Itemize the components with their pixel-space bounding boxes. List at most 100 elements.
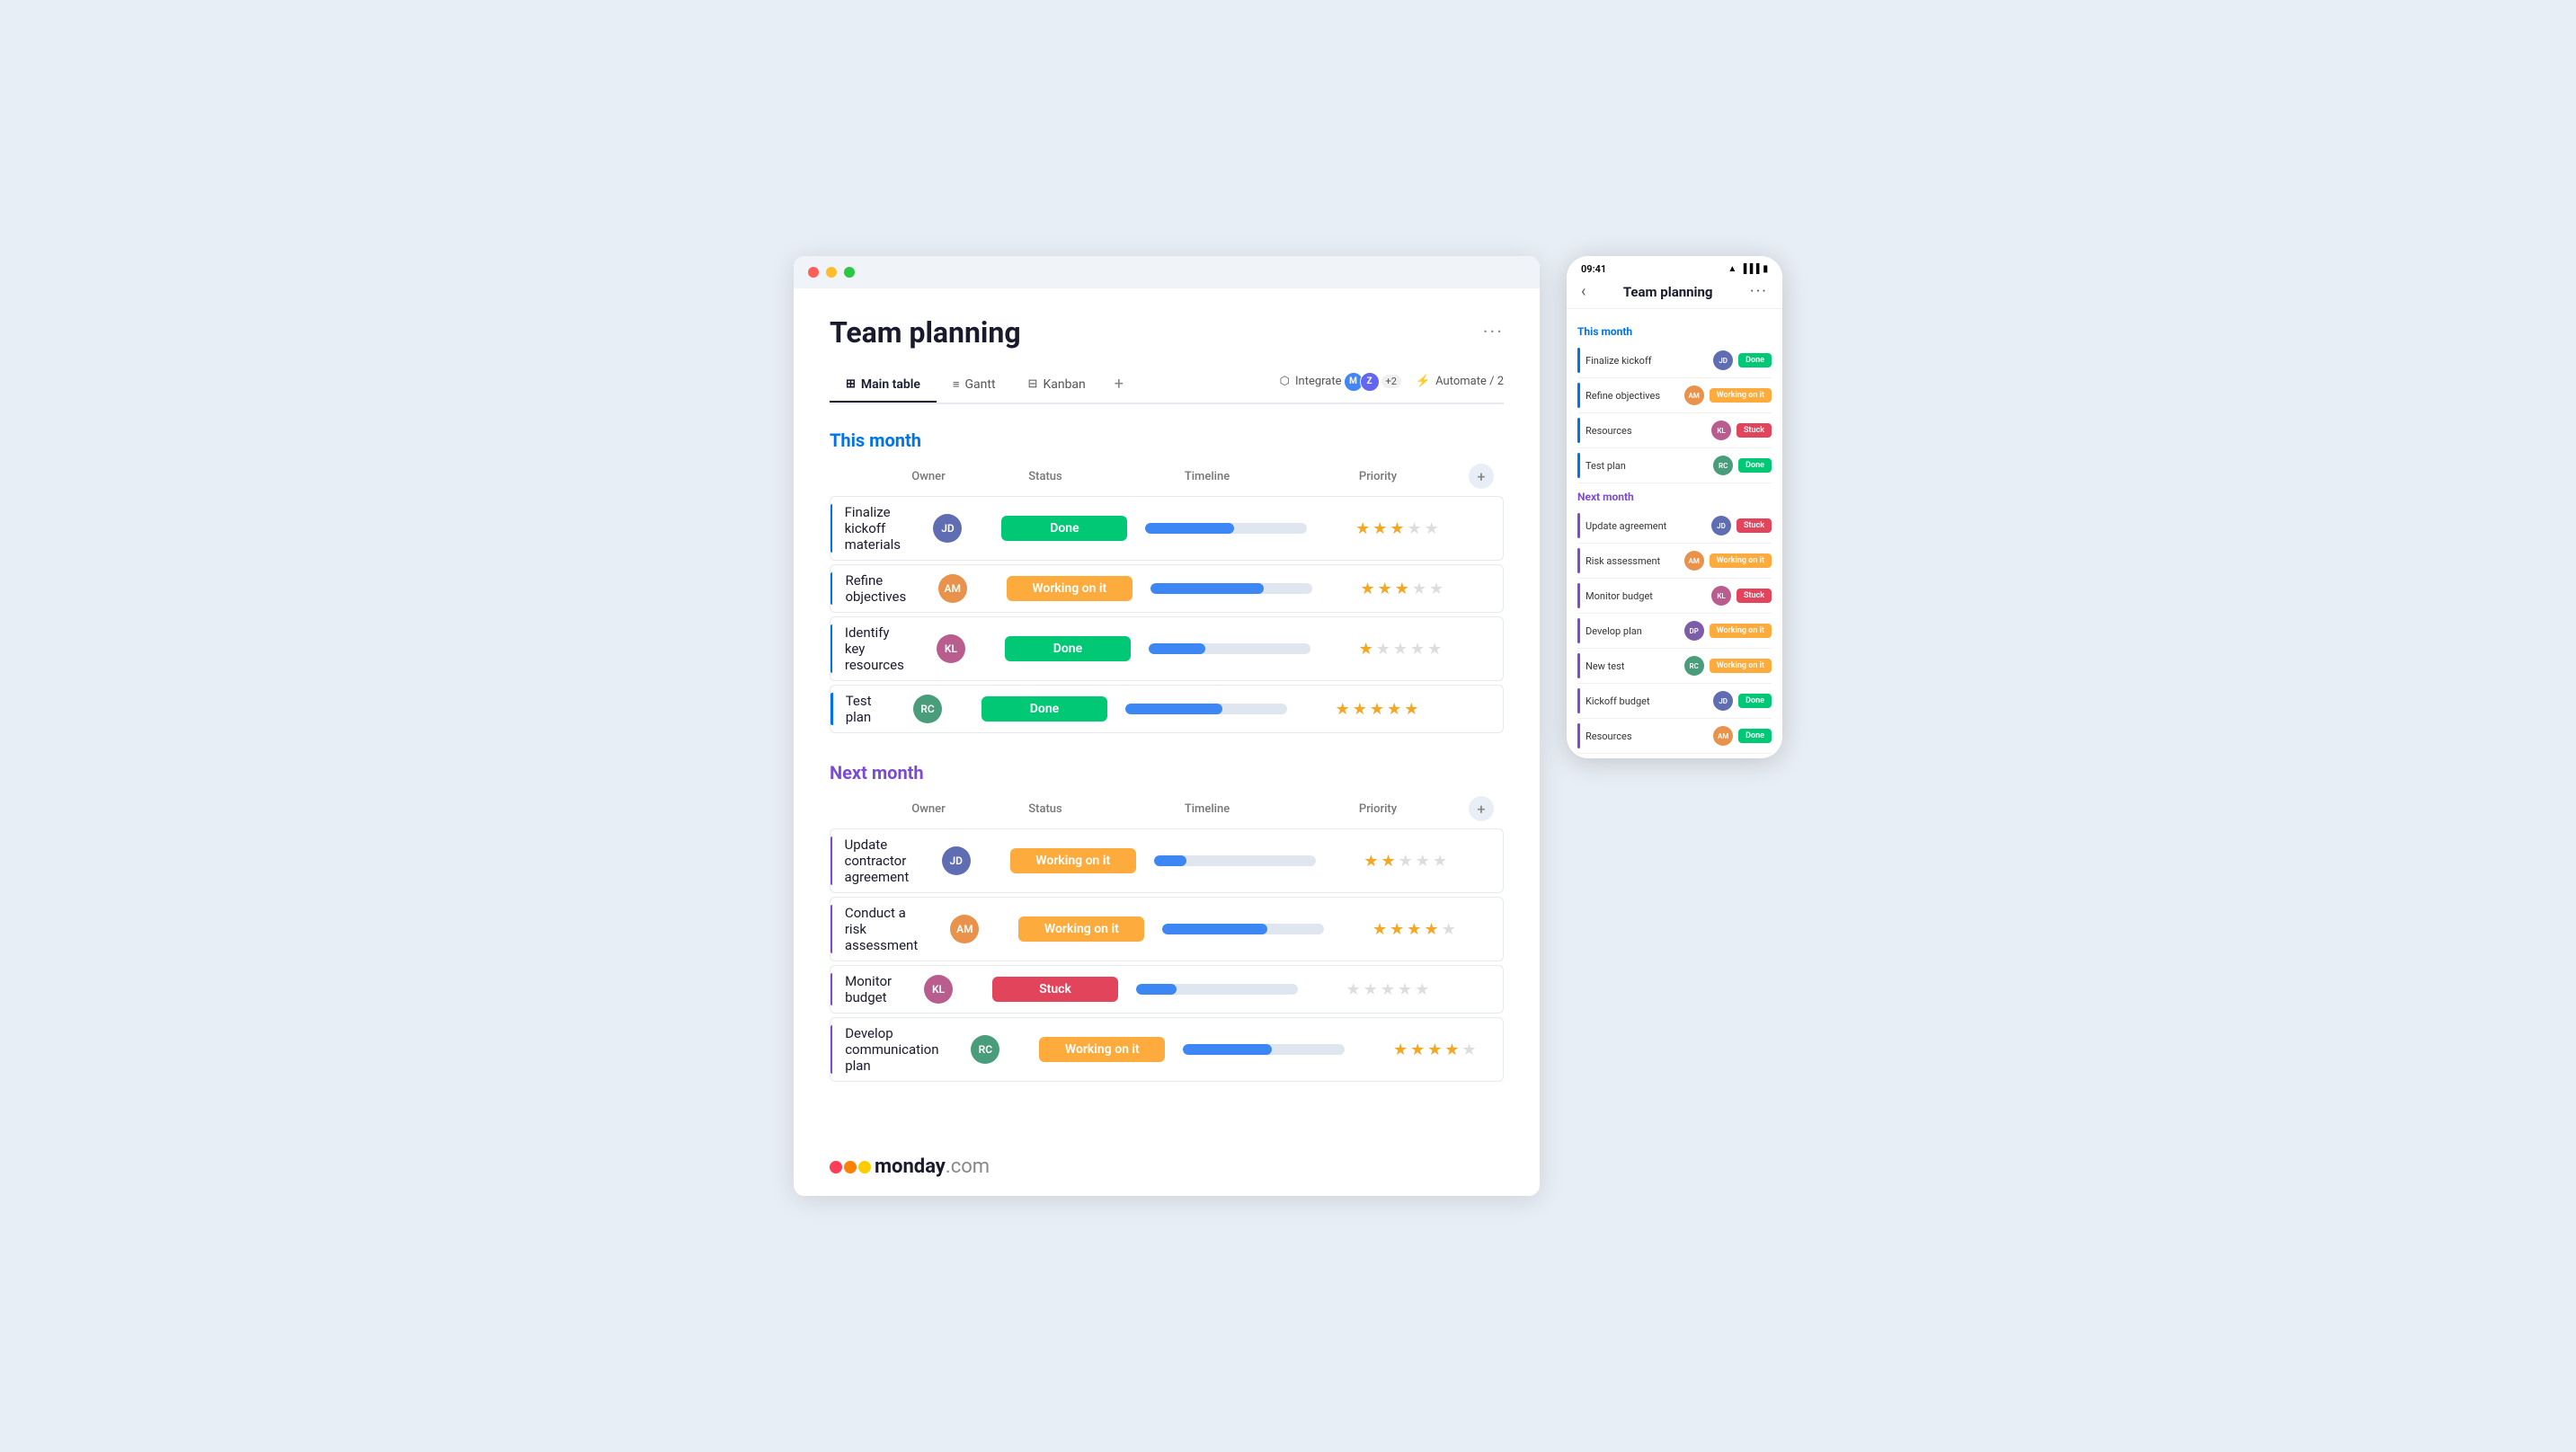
traffic-light-green[interactable]: [844, 267, 855, 278]
mobile-status-badge[interactable]: Done: [1738, 729, 1772, 743]
tab-main-table[interactable]: ⊞ Main table: [830, 370, 937, 401]
add-column-button[interactable]: +: [1459, 796, 1504, 821]
star-1: ★: [1355, 519, 1370, 538]
table-row: Test plan RC Done: [830, 685, 1504, 733]
next-month-header-row: Owner Status Timeline Priority +: [830, 792, 1504, 828]
mobile-row-name: Risk assessment: [1586, 555, 1679, 567]
table-row: Identify key resources KL Done: [830, 616, 1504, 681]
row-color-bar: [831, 1025, 832, 1074]
mobile-list-item: Monitor budget KL Stuck: [1577, 579, 1772, 614]
status-badge[interactable]: Done: [1005, 636, 1131, 661]
automate-icon: ⚡: [1416, 375, 1430, 388]
status-badge[interactable]: Stuck: [992, 977, 1118, 1002]
group-next-month-header: Next month: [830, 762, 1504, 784]
priority-cell[interactable]: ★ ★ ★ ★ ★: [1333, 920, 1495, 939]
status-badge[interactable]: Done: [1001, 516, 1127, 541]
status-badge[interactable]: Done: [982, 696, 1107, 722]
mobile-status-badge[interactable]: Stuck: [1737, 423, 1772, 438]
status-cell[interactable]: Working on it: [998, 576, 1141, 601]
mobile-status-badge[interactable]: Working on it: [1710, 553, 1772, 568]
mobile-menu-button[interactable]: ···: [1750, 282, 1768, 301]
tab-gantt[interactable]: ≡ Gantt: [937, 370, 1012, 401]
mobile-row-name: Monitor budget: [1586, 590, 1706, 602]
timeline-bar-bg: [1183, 1044, 1345, 1055]
mobile-row-name: Refine objectives: [1586, 390, 1679, 402]
star-5: ★: [1442, 920, 1456, 939]
row-name: Refine objectives: [845, 572, 907, 605]
status-badge[interactable]: Working on it: [1010, 848, 1136, 873]
tab-add-button[interactable]: +: [1102, 367, 1136, 403]
priority-cell[interactable]: ★ ★ ★ ★ ★: [1316, 519, 1478, 538]
row-name: Develop communication plan: [845, 1025, 940, 1074]
timeline-bar-bg: [1136, 984, 1298, 995]
row-color-bar: [831, 504, 832, 553]
star-1: ★: [1364, 852, 1378, 871]
priority-cell[interactable]: ★ ★ ★ ★ ★: [1321, 580, 1483, 598]
mobile-row-name: Develop plan: [1586, 625, 1679, 637]
star-5: ★: [1427, 640, 1442, 659]
table-row: Monitor budget KL Stuck: [830, 965, 1504, 1014]
priority-cell[interactable]: ★ ★ ★ ★ ★: [1354, 1040, 1515, 1059]
traffic-light-red[interactable]: [808, 267, 819, 278]
mobile-color-bar: [1577, 513, 1580, 538]
status-badge[interactable]: Working on it: [1039, 1037, 1165, 1062]
mobile-color-bar: [1577, 583, 1580, 608]
mobile-color-bar: [1577, 453, 1580, 478]
logo-dot-red: [830, 1161, 842, 1173]
mobile-status-badge[interactable]: Done: [1738, 694, 1772, 708]
mobile-status-badge[interactable]: Done: [1738, 353, 1772, 367]
mobile-avatar: AM: [1713, 726, 1733, 746]
status-cell[interactable]: Working on it: [1009, 916, 1153, 942]
status-badge[interactable]: Working on it: [1007, 576, 1133, 601]
mobile-status-badge[interactable]: Stuck: [1737, 589, 1772, 603]
priority-cell[interactable]: ★ ★ ★ ★ ★: [1325, 852, 1487, 871]
priority-cell[interactable]: ★ ★ ★ ★ ★: [1296, 700, 1458, 719]
mobile-status-badge[interactable]: Stuck: [1737, 518, 1772, 533]
star-4: ★: [1398, 980, 1412, 999]
star-5: ★: [1415, 980, 1429, 999]
row-color-bar: [831, 905, 832, 953]
avatar: AM: [938, 574, 967, 603]
status-cell[interactable]: Done: [996, 636, 1140, 661]
integrate-button[interactable]: ⬡ Integrate M Z +2: [1280, 372, 1401, 392]
status-badge[interactable]: Working on it: [1018, 916, 1144, 942]
timeline-bar-fill: [1154, 855, 1186, 866]
mobile-color-bar: [1577, 653, 1580, 678]
avatar: KL: [924, 975, 953, 1004]
star-3: ★: [1370, 700, 1384, 719]
timeline-cell: [1116, 704, 1296, 714]
row-name-cell: Identify key resources: [831, 624, 906, 673]
more-options-button[interactable]: ···: [1483, 322, 1504, 344]
add-column-button[interactable]: +: [1459, 464, 1504, 489]
status-cell[interactable]: Done: [992, 516, 1136, 541]
mobile-list-item: Update agreement JD Stuck: [1577, 509, 1772, 544]
col-header-owner: Owner: [884, 470, 973, 483]
star-3: ★: [1399, 852, 1413, 871]
mobile-color-bar: [1577, 383, 1580, 408]
tab-kanban[interactable]: ⊟ Kanban: [1012, 370, 1102, 401]
mobile-avatar: AM: [1684, 385, 1704, 405]
mobile-status-badge[interactable]: Working on it: [1710, 388, 1772, 403]
traffic-light-yellow[interactable]: [826, 267, 837, 278]
wifi-icon: ▲: [1728, 264, 1737, 274]
timeline-bar-bg: [1150, 583, 1312, 594]
status-cell[interactable]: Done: [973, 696, 1116, 722]
mobile-status-badge[interactable]: Working on it: [1710, 659, 1772, 673]
group-next-month-title: Next month: [830, 762, 924, 784]
status-cell[interactable]: Working on it: [1001, 848, 1145, 873]
app-content: Team planning ··· ⊞ Main table ≡ Gantt ⊟…: [794, 288, 1540, 1138]
mobile-avatar: KL: [1711, 421, 1731, 440]
priority-cell[interactable]: ★ ★ ★ ★ ★: [1307, 980, 1469, 999]
star-2: ★: [1372, 519, 1387, 538]
status-cell[interactable]: Stuck: [983, 977, 1127, 1002]
mobile-status-badge[interactable]: Done: [1738, 458, 1772, 473]
app-window: Team planning ··· ⊞ Main table ≡ Gantt ⊟…: [794, 256, 1540, 1196]
priority-cell[interactable]: ★ ★ ★ ★ ★: [1319, 640, 1481, 659]
mobile-status-badge[interactable]: Working on it: [1710, 624, 1772, 638]
tab-bar: ⊞ Main table ≡ Gantt ⊟ Kanban + ⬡ Integr…: [830, 367, 1504, 404]
status-cell[interactable]: Working on it: [1030, 1037, 1174, 1062]
mobile-back-button[interactable]: ‹: [1581, 282, 1586, 301]
automate-button[interactable]: ⚡ Automate / 2: [1416, 375, 1504, 388]
mobile-title: Team planning: [1623, 284, 1713, 300]
group-this-month: This month Owner Status Timeline Priorit…: [830, 429, 1504, 733]
